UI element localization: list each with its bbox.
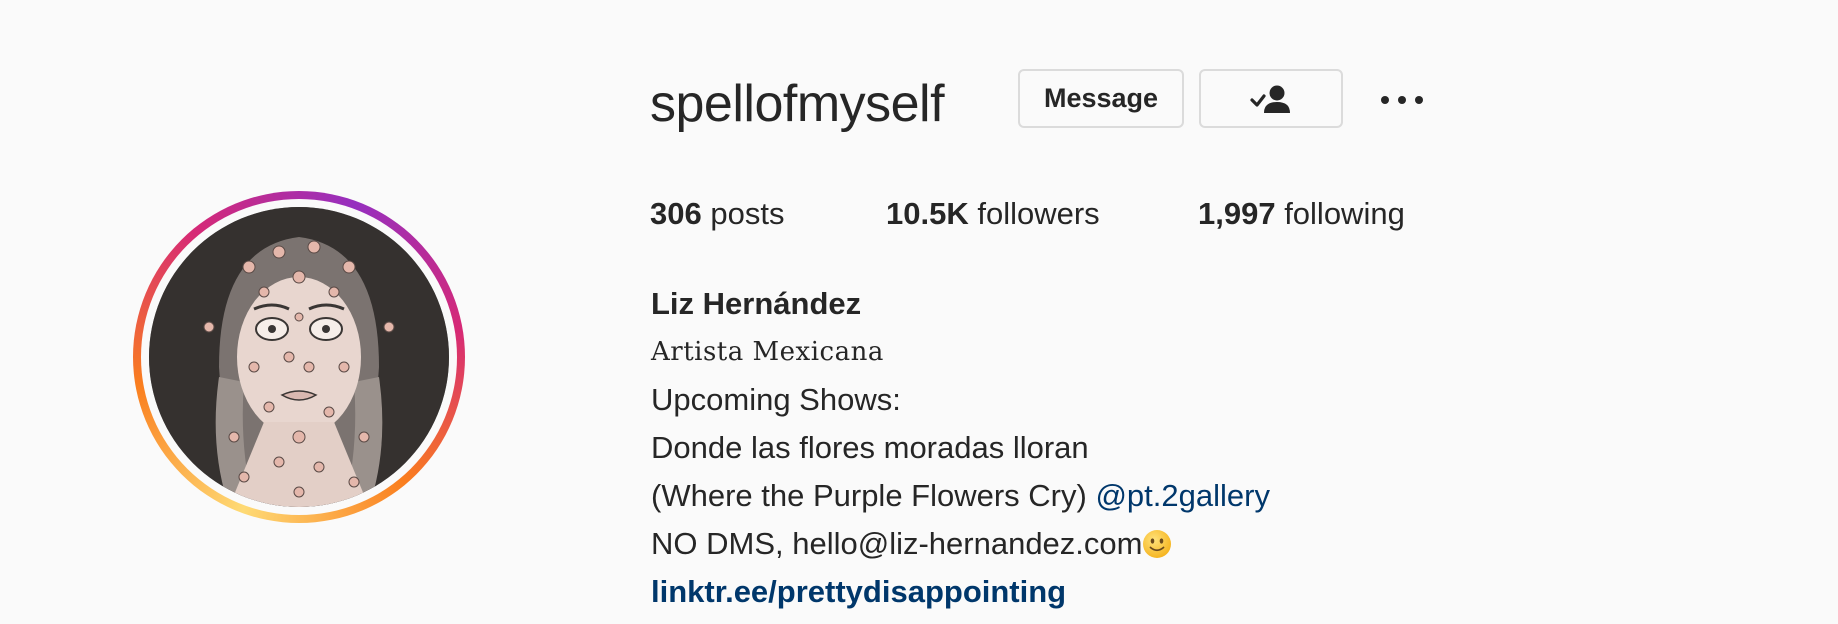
profile-page: spellofmyself Message 306 posts 10.5K fo… bbox=[0, 0, 1838, 624]
avatar-artwork bbox=[149, 207, 449, 507]
following-button[interactable] bbox=[1199, 69, 1343, 128]
bio-external-link[interactable]: linktr.ee/prettydisappointing bbox=[651, 568, 1270, 616]
profile-avatar-story-ring[interactable] bbox=[133, 191, 465, 523]
following-label: following bbox=[1275, 196, 1405, 231]
avatar-gap bbox=[141, 199, 457, 515]
posts-label: posts bbox=[701, 196, 785, 231]
profile-full-name: Liz Hernández bbox=[651, 286, 862, 321]
following-number: 1,997 bbox=[1198, 196, 1276, 231]
more-options-button[interactable] bbox=[1372, 80, 1432, 120]
bio-line-contact: NO DMS, hello@liz-hernandez.com bbox=[651, 520, 1270, 568]
bio-line-shows: Upcoming Shows: bbox=[651, 382, 901, 417]
avatar bbox=[149, 207, 449, 507]
followers-link[interactable]: 10.5K followers bbox=[886, 194, 1100, 234]
slightly-smiling-face-icon bbox=[1143, 530, 1172, 558]
message-button[interactable]: Message bbox=[1018, 69, 1184, 128]
posts-count: 306 posts bbox=[650, 194, 784, 234]
more-horizontal-icon bbox=[1381, 96, 1423, 104]
bio-tagline: Artista Mexicana bbox=[651, 337, 884, 367]
posts-number: 306 bbox=[650, 196, 702, 231]
bio-line-translation: (Where the Purple Flowers Cry) @pt.2gall… bbox=[651, 472, 1270, 520]
bio-translation-text: (Where the Purple Flowers Cry) bbox=[651, 478, 1096, 513]
bio-contact-text: NO DMS, hello@liz-hernandez.com bbox=[651, 526, 1143, 561]
profile-bio: Liz Hernández Artista Mexicana Upcoming … bbox=[651, 280, 1270, 616]
gallery-mention-link[interactable]: @pt.2gallery bbox=[1095, 478, 1270, 513]
following-link[interactable]: 1,997 following bbox=[1198, 194, 1405, 234]
followers-number: 10.5K bbox=[886, 196, 969, 231]
followers-label: followers bbox=[968, 196, 1100, 231]
person-check-icon bbox=[1250, 85, 1290, 113]
profile-username: spellofmyself bbox=[650, 75, 945, 133]
bio-line-show-title: Donde las flores moradas lloran bbox=[651, 430, 1089, 465]
